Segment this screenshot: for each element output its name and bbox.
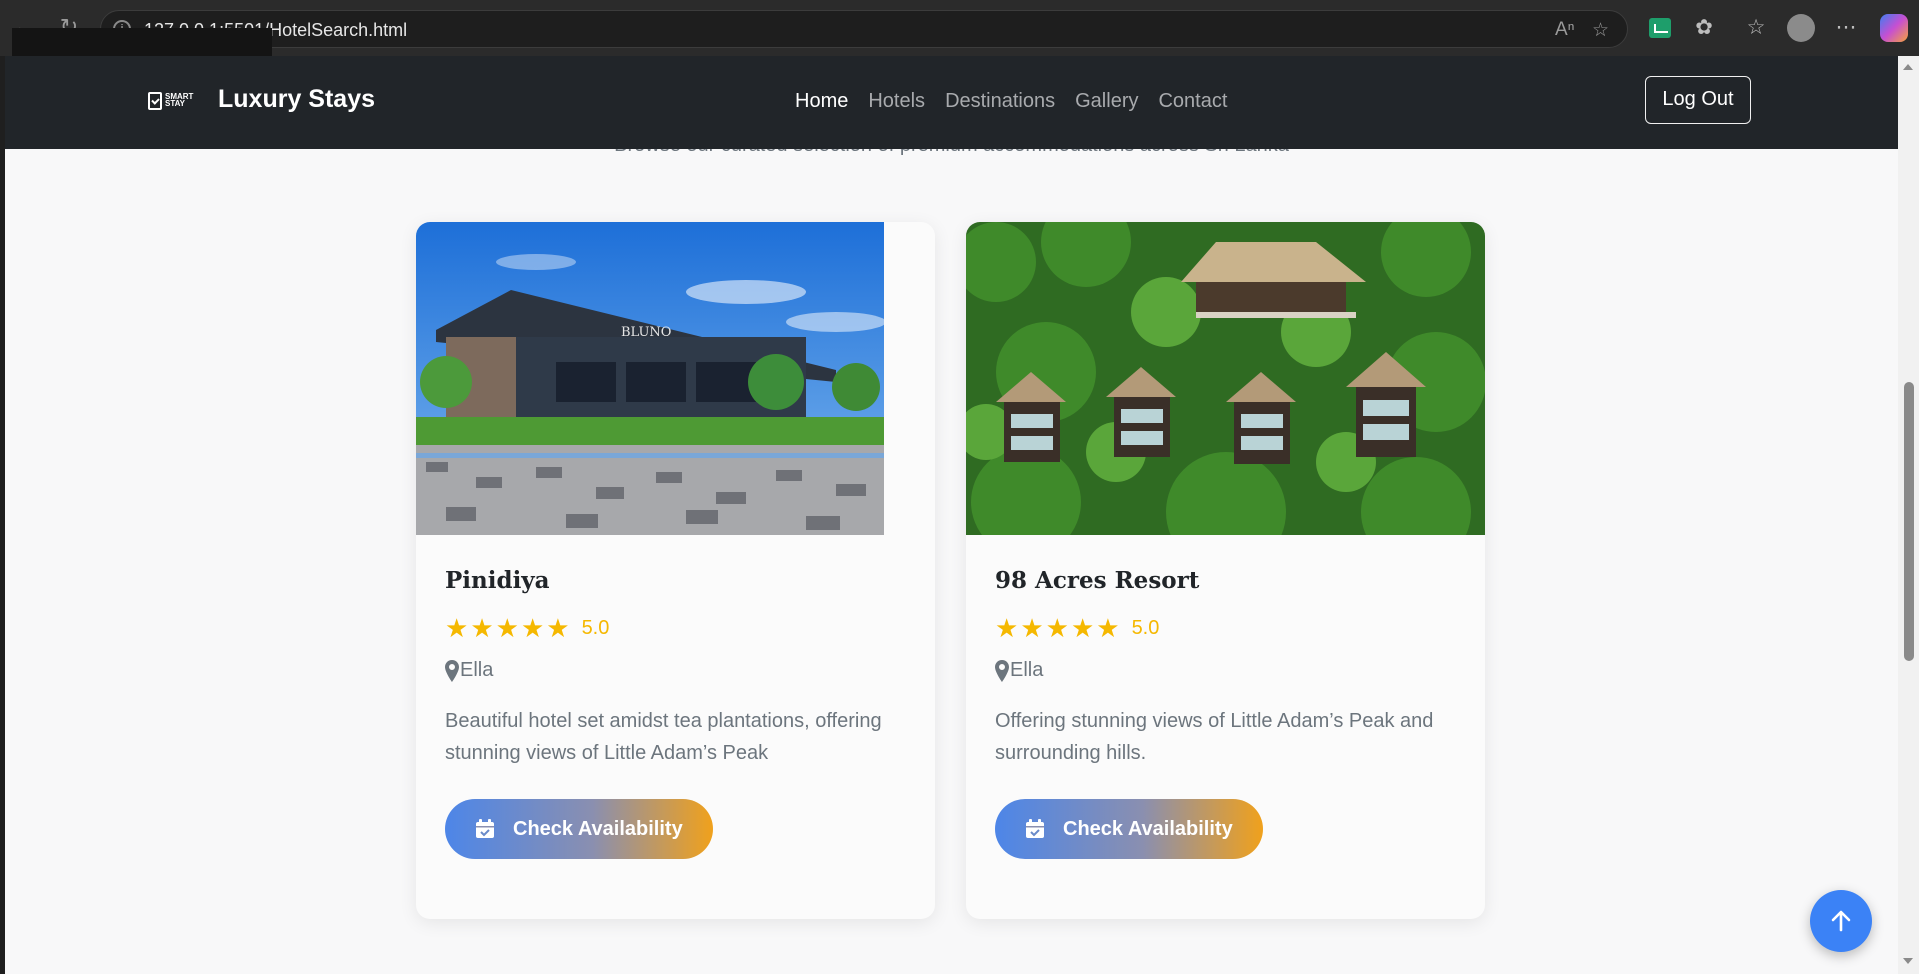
calendar-check-icon [476,819,494,838]
brand-name[interactable]: Luxury Stays [218,85,375,114]
profile-avatar-icon[interactable] [1787,14,1815,42]
nav-links: Home Hotels Destinations Gallery Contact [795,90,1227,113]
read-aloud-icon[interactable]: Aⁿ [1555,19,1575,41]
more-options-icon[interactable]: ⋯ [1831,13,1861,43]
calendar-check-icon [1026,819,1044,838]
browser-toolbar: ← ↻ i 127.0.0.1:5501/HotelSearch.html Aⁿ… [0,0,1919,58]
nav-link-destinations[interactable]: Destinations [945,90,1055,113]
hotel-description: Offering stunning views of Little Adam’s… [995,710,1434,764]
rating-value: 5.0 [1131,616,1160,639]
vertical-scrollbar[interactable] [1898,56,1919,974]
site-navbar: SMART STAY Luxury Stays Home Hotels Dest… [5,56,1898,149]
star-icon: ★ [445,613,469,643]
nav-link-gallery[interactable]: Gallery [1075,90,1138,113]
arrow-up-icon [1831,910,1851,932]
star-icon: ★ [495,613,519,643]
hotel-sign-text: BLUNO [621,325,671,340]
favorites-icon[interactable]: ☆ [1741,13,1771,43]
address-bar[interactable]: i 127.0.0.1:5501/HotelSearch.html Aⁿ ☆ [100,10,1628,48]
tooltip-overlay [12,28,272,58]
page-viewport: SMART STAY Luxury Stays Home Hotels Dest… [5,56,1898,974]
hotel-card-pinidiya: BLUNO Pinidiya ★ ★ ★ ★ ★ 5.0 Ella Beauti… [416,222,935,919]
star-icon: ★ [1045,613,1069,643]
nav-link-hotels[interactable]: Hotels [868,90,925,113]
hotel-name: 98 Acres Resort [995,567,1200,594]
check-availability-label: Check Availability [1063,817,1233,840]
star-icon: ★ [1020,613,1044,643]
star-icon: ★ [470,613,494,643]
hotel-image-pinidiya: BLUNO [416,222,884,535]
star-icon: ★ [546,613,570,643]
logout-button[interactable]: Log Out [1645,76,1751,124]
map-pin-icon [445,659,459,682]
check-availability-button[interactable]: Check Availability [445,799,713,859]
hotel-description: Beautiful hotel set amidst tea plantatio… [445,710,882,764]
brand-logo-icon[interactable]: SMART STAY [148,88,196,114]
nav-link-home[interactable]: Home [795,90,848,113]
hotel-name: Pinidiya [445,567,550,594]
hotel-location: Ella [445,659,493,682]
back-to-top-button[interactable] [1810,890,1872,952]
favorite-star-icon[interactable]: ☆ [1592,19,1609,42]
hotel-card-98-acres: 98 Acres Resort ★ ★ ★ ★ ★ 5.0 Ella Offer… [966,222,1485,919]
rating-stars: ★ ★ ★ ★ ★ [995,615,1120,641]
app-extension-icon[interactable] [1649,18,1671,38]
copilot-icon[interactable] [1880,14,1908,42]
brand-logo-text-line2: STAY [165,99,186,108]
star-icon: ★ [520,613,545,643]
extensions-puzzle-icon[interactable]: ✿ [1689,13,1719,43]
rating-value: 5.0 [581,616,610,639]
hotel-image-98-acres [966,222,1485,535]
hotel-rating: ★ ★ ★ ★ ★ 5.0 [995,615,1159,641]
map-pin-icon [995,659,1009,682]
location-text: Ella [1010,659,1044,681]
rating-stars: ★ ★ ★ ★ ★ [445,615,570,641]
hotel-location: Ella [995,659,1043,682]
star-icon: ★ [1096,613,1120,643]
scrollbar-thumb[interactable] [1904,382,1914,661]
nav-link-contact[interactable]: Contact [1158,90,1227,113]
check-availability-button[interactable]: Check Availability [995,799,1263,859]
scroll-up-arrow-icon[interactable] [1903,64,1913,70]
hotel-rating: ★ ★ ★ ★ ★ 5.0 [445,615,609,641]
location-text: Ella [460,659,494,681]
star-icon: ★ [995,613,1019,643]
star-icon: ★ [1070,613,1095,643]
check-availability-label: Check Availability [513,817,683,840]
scroll-down-arrow-icon[interactable] [1903,958,1913,964]
